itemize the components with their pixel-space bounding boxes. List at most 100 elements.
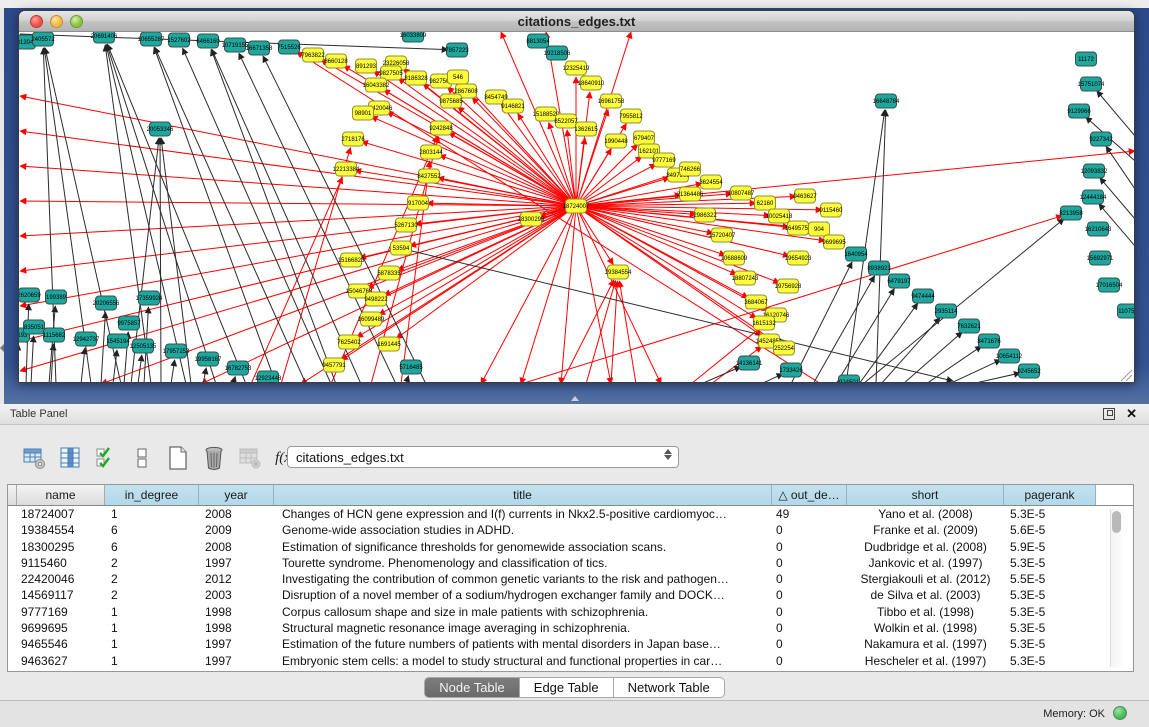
network-node[interactable]: 98901 [353, 106, 374, 120]
network-node[interactable]: 16043382 [363, 78, 390, 92]
network-edge[interactable] [396, 206, 576, 339]
network-edge[interactable] [20, 206, 576, 341]
network-node[interactable]: 19384554 [605, 265, 632, 279]
network-node[interactable]: 10807487 [728, 186, 755, 200]
column-header-short[interactable]: short [847, 485, 1004, 505]
network-node[interactable]: 7963822 [301, 48, 325, 62]
network-node[interactable]: 8660128 [324, 54, 348, 68]
network-node[interactable]: 16648784 [873, 94, 900, 108]
network-edge[interactable] [203, 368, 206, 383]
network-node[interactable]: 1691445 [377, 337, 401, 351]
table-row[interactable]: 1456911722003Disruption of a novel membe… [8, 587, 1133, 603]
window-titlebar[interactable]: citations_edges.txt [19, 11, 1134, 32]
network-node[interactable]: 917004 [408, 196, 429, 210]
network-node[interactable]: 9474444 [911, 289, 935, 303]
vertical-scrollbar[interactable] [1110, 509, 1122, 667]
network-node[interactable]: 1115682 [43, 328, 66, 342]
network-edge[interactable] [449, 133, 576, 206]
table-row[interactable]: 2242004622012Investigating the contribut… [8, 571, 1133, 587]
network-node[interactable]: 12505135 [130, 339, 157, 353]
network-edge[interactable] [1097, 91, 1134, 136]
network-edge[interactable] [876, 110, 886, 383]
collapse-left-panel-icon[interactable] [0, 344, 4, 352]
network-edge[interactable] [611, 281, 617, 383]
network-node[interactable]: 12942737 [73, 332, 100, 346]
network-node[interactable]: 12923448 [255, 371, 282, 383]
network-node[interactable]: 2935114 [935, 304, 959, 318]
table-row[interactable]: 911546021997Tourette syndrome. Phenomeno… [8, 555, 1133, 571]
network-node[interactable]: 53594 [391, 241, 412, 255]
network-node[interactable]: 16782753 [225, 361, 252, 375]
network-node[interactable]: 1362615 [574, 122, 598, 136]
network-node[interactable]: 17016504 [1096, 278, 1123, 292]
network-node[interactable]: 5716485 [399, 360, 423, 374]
network-node[interactable]: 6466160 [196, 34, 220, 48]
network-edge[interactable] [201, 206, 576, 383]
network-edge[interactable] [301, 206, 576, 383]
column-header-title[interactable]: title [274, 485, 772, 505]
new-column-icon[interactable] [164, 445, 191, 472]
network-node[interactable]: 16033809 [400, 32, 427, 42]
network-edge[interactable] [813, 276, 875, 383]
network-edge[interactable] [619, 281, 636, 383]
network-node[interactable]: 679407 [634, 131, 655, 145]
network-node[interactable]: 199389 [46, 290, 67, 304]
network-node[interactable]: 891293 [356, 59, 377, 73]
network-node[interactable]: 17359924 [136, 291, 163, 305]
network-node[interactable]: 5878335 [377, 266, 401, 280]
network-node[interactable]: 9242848 [429, 121, 453, 135]
network-node[interactable]: 924501 [839, 375, 860, 383]
table-row[interactable]: 1938455462009Genome-wide association stu… [8, 522, 1133, 538]
network-edge[interactable] [107, 45, 216, 383]
network-edge[interactable] [521, 216, 1062, 383]
network-node[interactable]: 6479197 [887, 274, 911, 288]
network-node[interactable]: 2986322 [693, 208, 717, 222]
network-edge[interactable] [561, 206, 576, 383]
network-node[interactable]: 7857223 [445, 43, 469, 57]
network-node[interactable]: 8938923 [867, 261, 891, 275]
network-node[interactable]: 17957253 [163, 344, 190, 358]
network-node[interactable]: 2803144 [419, 145, 443, 159]
table-row[interactable]: 969969511998Structural magnetic resonanc… [8, 620, 1133, 636]
network-edge[interactable] [101, 312, 105, 383]
network-edge[interactable] [576, 138, 585, 206]
network-node[interactable]: 15720407 [709, 228, 736, 242]
network-canvas[interactable]: 9312044240557220691406106552871527602646… [19, 32, 1134, 383]
network-node[interactable]: 19958167 [195, 352, 222, 366]
column-header-pagerank[interactable]: pagerank [1004, 485, 1096, 505]
network-edge[interactable] [406, 376, 408, 383]
column-header-in_degree[interactable]: in_degree [105, 485, 199, 505]
network-node[interactable]: 1640954 [844, 247, 868, 261]
network-node[interactable]: 9115460 [820, 203, 844, 217]
network-edge[interactable] [154, 47, 276, 383]
network-node[interactable]: 12213384 [333, 162, 360, 176]
network-edge[interactable] [106, 45, 186, 383]
column-header-out_de[interactable]: △ out_de… [772, 485, 847, 505]
network-node[interactable]: 9245652 [1017, 364, 1041, 378]
tab-edge-table[interactable]: Edge Table [520, 677, 614, 698]
network-node[interactable]: 10688609 [721, 251, 748, 265]
network-edge[interactable] [971, 373, 1020, 383]
show-columns-icon[interactable] [56, 445, 83, 472]
network-node[interactable]: 8213958 [1059, 206, 1083, 220]
network-node[interactable]: 546 [448, 70, 469, 84]
network-node[interactable]: 8186328 [404, 71, 428, 85]
resize-grip-icon[interactable] [1121, 370, 1132, 381]
network-node[interactable]: 16671358 [246, 41, 273, 55]
network-node[interactable]: 1545194 [106, 334, 130, 348]
network-node[interactable]: 3684067 [744, 295, 768, 309]
network-node[interactable]: 19654923 [785, 251, 812, 265]
network-edge[interactable] [31, 336, 34, 383]
network-edge[interactable] [701, 367, 741, 383]
network-node[interactable]: 1615132 [752, 316, 776, 330]
network-node[interactable]: 9146821 [501, 99, 525, 113]
network-node[interactable]: 9975857 [117, 316, 141, 330]
network-node[interactable]: 9699695 [822, 235, 846, 249]
network-node[interactable]: 12093832 [1081, 164, 1108, 178]
network-edge[interactable] [26, 304, 29, 383]
network-edge[interactable] [836, 289, 894, 383]
network-node[interactable]: 18807243 [732, 271, 759, 285]
network-edge[interactable] [576, 156, 642, 206]
network-node[interactable]: 9463627 [793, 189, 817, 203]
network-node[interactable]: 7632621 [957, 319, 981, 333]
